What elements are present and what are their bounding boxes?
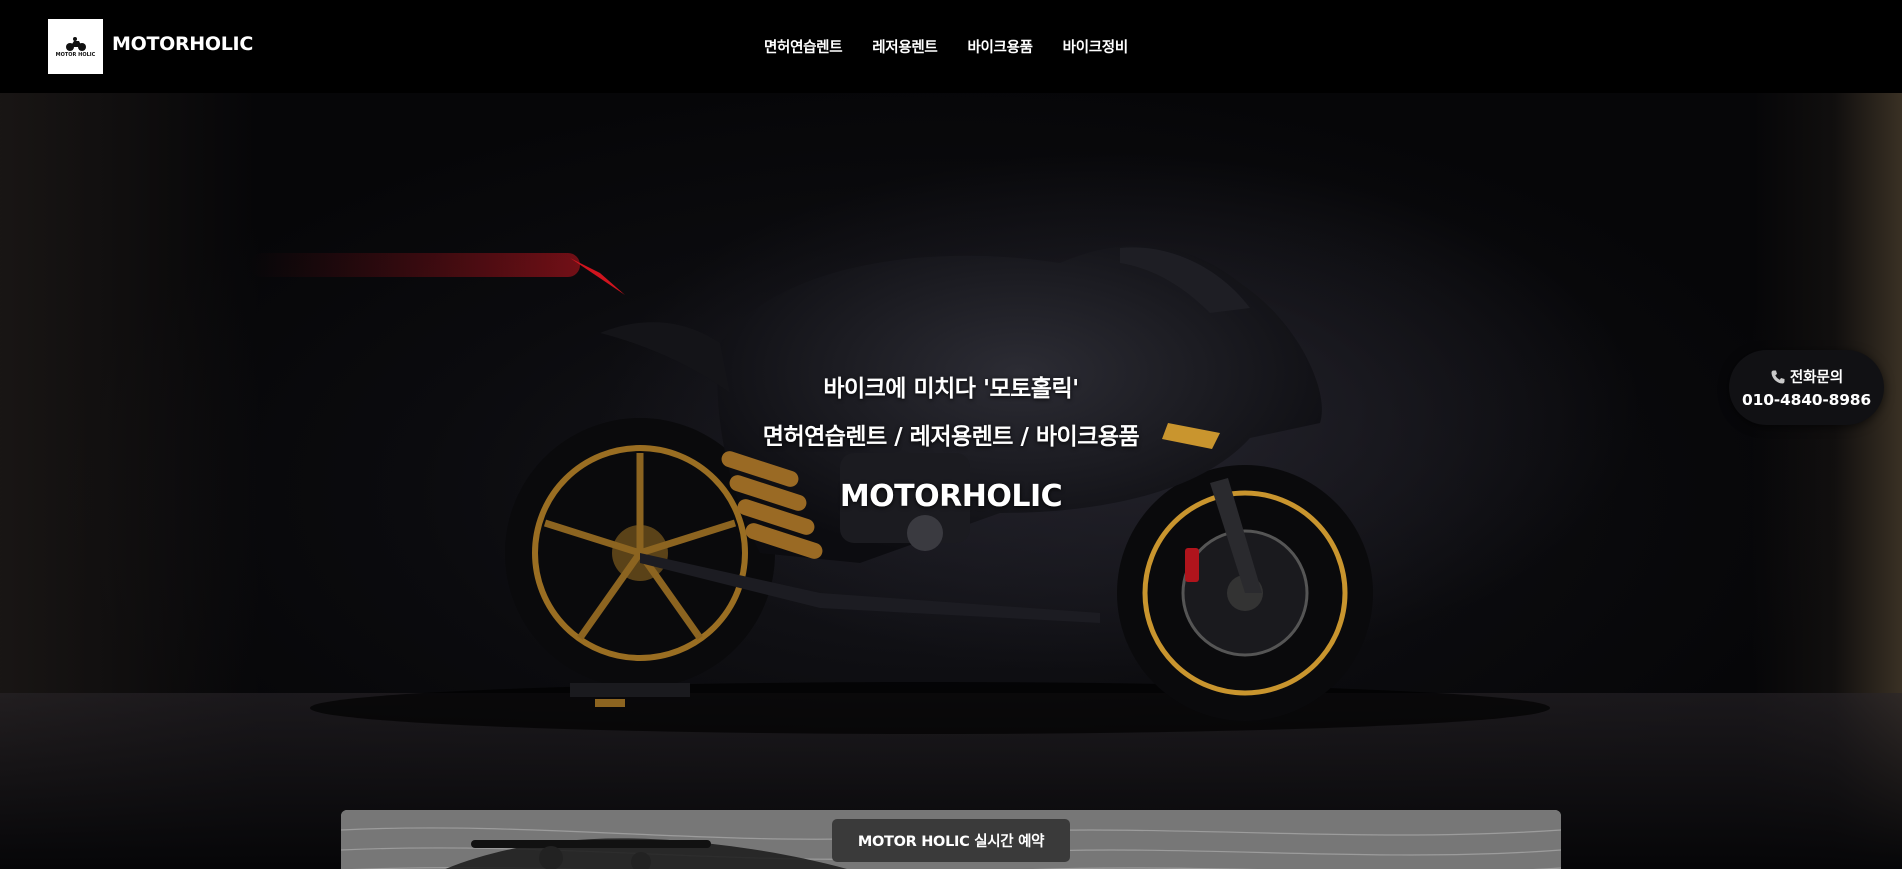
nav-item-license-rent[interactable]: 면허연습렌트 — [764, 36, 843, 57]
hero-services: 면허연습렌트 / 레저용렌트 / 바이크용품 — [762, 424, 1140, 450]
nav-item-bike-goods[interactable]: 바이크용품 — [967, 36, 1033, 57]
nav-item-bike-repair[interactable]: 바이크정비 — [1063, 36, 1129, 57]
logo-link[interactable]: MOTOR HOLIC — [48, 19, 103, 74]
motorcycle-logo-icon — [65, 36, 86, 51]
hero-tagline: 바이크에 미치다 '모토홀릭' — [823, 376, 1079, 402]
logo-small-text: MOTOR HOLIC — [55, 51, 96, 58]
brand-name[interactable]: MOTORHOLIC — [112, 33, 253, 55]
realtime-reservation-button[interactable]: MOTOR HOLIC 실시간 예약 — [832, 819, 1070, 862]
hero-title: MOTORHOLIC — [839, 479, 1063, 514]
phone-number: 010-4840-8986 — [1742, 391, 1871, 409]
page: MOTOR HOLIC MOTORHOLIC 면허연습렌트 레저용렌트 바이크용… — [0, 0, 1902, 869]
phone-icon — [1771, 370, 1785, 383]
main-nav: 면허연습렌트 레저용렌트 바이크용품 바이크정비 — [764, 36, 1158, 57]
nav-item-leisure-rent[interactable]: 레저용렌트 — [872, 36, 938, 57]
hero-banner: 바이크에 미치다 '모토홀릭' 면허연습렌트 / 레저용렌트 / 바이크용품 M… — [0, 93, 1902, 869]
site-header: MOTOR HOLIC MOTORHOLIC 면허연습렌트 레저용렌트 바이크용… — [0, 0, 1902, 93]
phone-inquiry-label: 전화문의 — [1789, 370, 1844, 386]
phone-inquiry-label-row: 전화문의 — [1770, 366, 1843, 387]
phone-inquiry-button[interactable]: 전화문의 010-4840-8986 — [1729, 350, 1884, 425]
